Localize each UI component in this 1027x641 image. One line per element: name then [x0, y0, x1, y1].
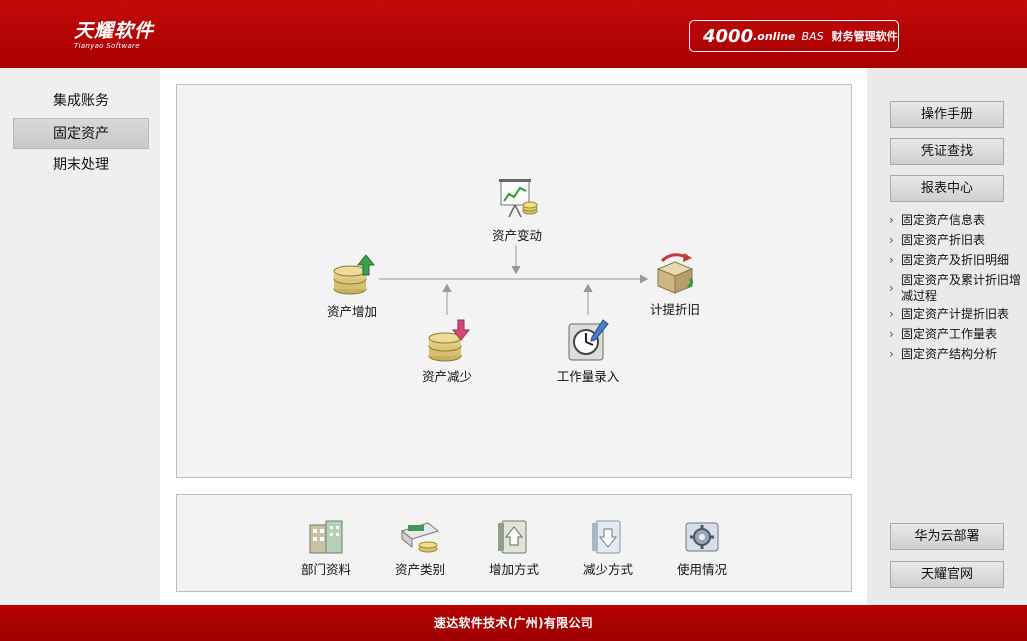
product-online: .online	[753, 29, 796, 43]
tianyao-logo: 天耀软件 Tianyao Software	[74, 16, 154, 50]
add-mode-tool[interactable]: 增加方式	[469, 517, 559, 578]
presentation-chart-icon	[494, 177, 540, 223]
department-info-tool[interactable]: 部门资料	[281, 517, 371, 578]
product-name: 财务管理软件	[831, 30, 898, 43]
voucher-search-button[interactable]: 凭证查找	[890, 138, 1004, 165]
nav-item-ledger[interactable]: 集成账务	[13, 86, 149, 117]
report-link[interactable]: › 固定资产折旧表	[889, 232, 1027, 248]
flow-connectors	[379, 245, 649, 315]
chevron-right-icon: ›	[889, 253, 894, 267]
report-link-label: 固定资产结构分析	[901, 347, 998, 361]
official-site-button[interactable]: 天耀官网	[890, 561, 1004, 588]
chevron-right-icon: ›	[889, 281, 894, 295]
asset-decrease-node[interactable]: 资产减少	[397, 318, 497, 385]
report-link[interactable]: › 固定资产工作量表	[889, 326, 1027, 342]
department-info-label: 部门资料	[300, 562, 351, 577]
add-mode-label: 增加方式	[488, 562, 539, 577]
report-link-label: 固定资产及折旧明细	[901, 253, 1010, 267]
product-num: 4000	[703, 25, 754, 47]
asset-change-node[interactable]: 资产变动	[467, 177, 567, 244]
chevron-right-icon: ›	[889, 233, 894, 247]
report-list: › 固定资产信息表 › 固定资产折旧表 › 固定资产及折旧明细 › 固定资产及累计折旧增…	[889, 212, 1027, 366]
chevron-right-icon: ›	[889, 347, 894, 361]
huawei-cloud-button[interactable]: 华为云部署	[890, 523, 1004, 550]
workload-entry-label: 工作量录入	[556, 369, 620, 384]
report-link-label: 固定资产折旧表	[901, 233, 986, 247]
report-center-button[interactable]: 报表中心	[890, 175, 1004, 202]
asset-increase-label: 资产增加	[326, 304, 377, 319]
asset-category-icon	[398, 517, 442, 557]
asset-category-label: 资产类别	[394, 562, 445, 577]
usage-gear-icon	[680, 517, 724, 557]
chevron-right-icon: ›	[889, 213, 894, 227]
manual-button[interactable]: 操作手册	[890, 101, 1004, 128]
setup-panel: 部门资料 资产类别 增加方式 减少方式 使用情况	[176, 494, 852, 592]
asset-change-label: 资产变动	[491, 228, 542, 243]
chevron-right-icon: ›	[889, 327, 894, 341]
report-link-label: 固定资产计提折旧表	[901, 307, 1010, 321]
reduce-mode-tool[interactable]: 减少方式	[563, 517, 653, 578]
coins-down-icon	[424, 318, 471, 364]
depreciation-label: 计提折旧	[649, 302, 700, 317]
report-link-label: 固定资产信息表	[901, 213, 986, 227]
company-name: 速达软件技术(广州)有限公司	[433, 616, 594, 630]
report-link-label: 固定资产及累计折旧增减过程	[901, 273, 1022, 303]
main-content: 资产变动 资产增加 计提折旧 资产减少 工作量录入 部门资料 资产类别 增加方式…	[160, 68, 867, 605]
footer: 速达软件技术(广州)有限公司	[0, 605, 1027, 641]
logo-en: Tianyao Software	[74, 42, 140, 50]
report-link-label: 固定资产工作量表	[901, 327, 998, 341]
depreciation-node[interactable]: 计提折旧	[625, 251, 725, 318]
report-link[interactable]: › 固定资产计提折旧表	[889, 306, 1027, 322]
product-badge: 4000 .online BAS 财务管理软件	[689, 20, 899, 52]
product-bas: BAS	[801, 29, 824, 43]
workload-entry-node[interactable]: 工作量录入	[538, 318, 638, 385]
box-cycle-icon	[652, 251, 698, 297]
add-mode-icon	[492, 517, 536, 557]
left-nav: 集成账务 固定资产 期末处理	[0, 68, 160, 605]
chevron-right-icon: ›	[889, 307, 894, 321]
asset-decrease-label: 资产减少	[421, 369, 472, 384]
usage-status-tool[interactable]: 使用情况	[657, 517, 747, 578]
asset-increase-node[interactable]: 资产增加	[302, 253, 402, 320]
asset-flow-panel: 资产变动 资产增加 计提折旧 资产减少 工作量录入	[176, 84, 852, 478]
right-panel: 操作手册 凭证查找 报表中心 › 固定资产信息表 › 固定资产折旧表 › 固定资产及折…	[867, 68, 1027, 605]
report-link[interactable]: › 固定资产信息表	[889, 212, 1027, 228]
report-link[interactable]: › 固定资产及折旧明细	[889, 252, 1027, 268]
app-header: 天耀软件 Tianyao Software 4000 .online BAS 财…	[0, 0, 1027, 68]
reduce-mode-icon	[586, 517, 630, 557]
report-link[interactable]: › 固定资产及累计折旧增减过程	[889, 272, 1027, 304]
coins-up-icon	[329, 253, 376, 299]
usage-status-label: 使用情况	[676, 562, 727, 577]
clock-pen-icon	[565, 318, 611, 364]
reduce-mode-label: 减少方式	[582, 562, 633, 577]
building-icon	[304, 517, 348, 557]
nav-item-period-end[interactable]: 期末处理	[13, 150, 149, 181]
nav-item-fixed-assets[interactable]: 固定资产	[13, 118, 149, 149]
logo-cn: 天耀软件	[74, 20, 155, 42]
report-link[interactable]: › 固定资产结构分析	[889, 346, 1027, 362]
asset-category-tool[interactable]: 资产类别	[375, 517, 465, 578]
